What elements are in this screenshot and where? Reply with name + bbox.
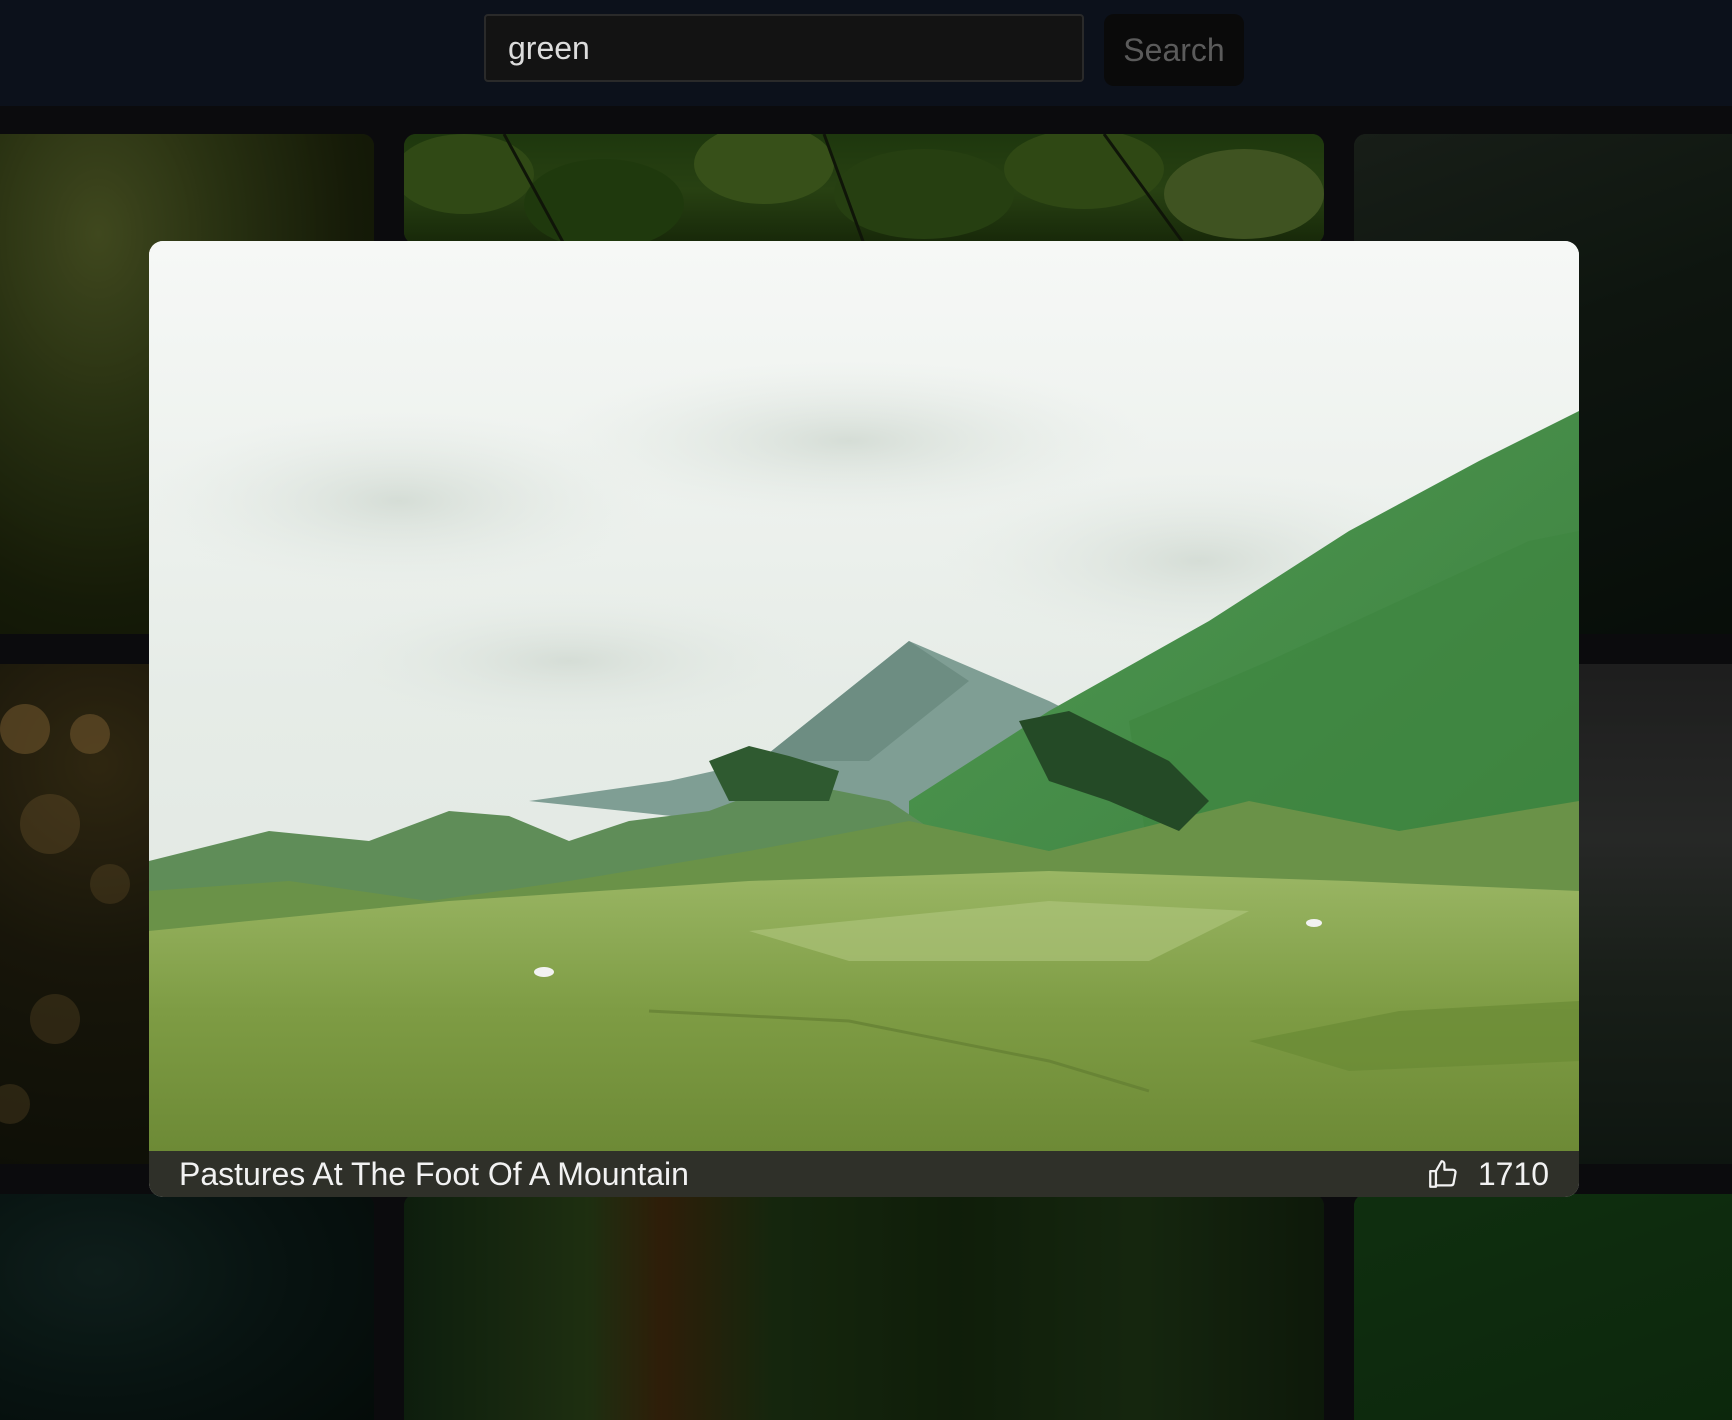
like-button[interactable]: 1710 [1426, 1156, 1549, 1193]
gallery-tile[interactable] [404, 1194, 1324, 1420]
top-bar: Search [0, 0, 1732, 106]
mountain-pasture-photo [149, 241, 1579, 1151]
thumbs-up-icon [1428, 1160, 1457, 1188]
gallery-tile[interactable] [0, 1194, 374, 1420]
search-input[interactable] [484, 14, 1084, 82]
image-title: Pastures At The Foot Of A Mountain [179, 1155, 689, 1192]
caption-bar: Pastures At The Foot Of A Mountain 1710 [149, 1151, 1579, 1197]
like-count: 1710 [1477, 1155, 1549, 1192]
image-modal: Pastures At The Foot Of A Mountain 1710 [149, 241, 1579, 1197]
search-button[interactable]: Search [1104, 14, 1244, 86]
gallery-tile[interactable] [1354, 1194, 1732, 1420]
gallery-tile[interactable] [404, 134, 1324, 244]
gallery-page: Search [0, 0, 1732, 1420]
